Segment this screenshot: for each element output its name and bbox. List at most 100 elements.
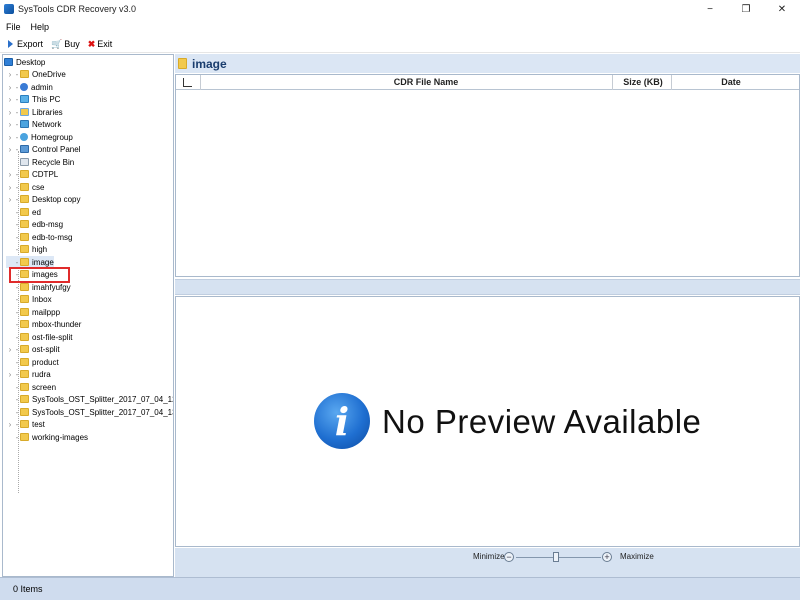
expand-icon[interactable]: › <box>6 345 14 354</box>
tree-item[interactable]: › - Network <box>6 118 62 130</box>
expand-icon[interactable]: › <box>6 420 14 429</box>
tree-item[interactable]: - edb-to-msg <box>6 231 73 243</box>
file-list-header: CDR File Name Size (KB) Date <box>176 75 799 90</box>
folder-icon <box>20 308 29 317</box>
tree-item-label: test <box>32 419 45 429</box>
tree-item-label: cse <box>32 182 45 192</box>
tree-item[interactable]: › - Libraries <box>6 106 63 118</box>
folder-icon <box>20 258 29 267</box>
tree-item-label: Inbox <box>32 294 52 304</box>
buy-label: Buy <box>64 39 80 49</box>
pane-splitter[interactable] <box>175 279 800 295</box>
expand-icon[interactable]: › <box>6 195 14 204</box>
tree-item-label: image <box>32 257 54 267</box>
tree-item[interactable]: - mbox-thunder <box>6 318 82 330</box>
tree-item-label: CDTPL <box>32 169 59 179</box>
tree-item[interactable]: Desktop <box>4 56 45 68</box>
tree-item[interactable]: › - OneDrive <box>6 68 66 80</box>
expand-icon[interactable]: › <box>6 83 14 92</box>
expand-icon[interactable]: › <box>6 183 14 192</box>
tree-item[interactable]: › - admin <box>6 81 53 93</box>
close-button[interactable]: ✕ <box>764 0 800 18</box>
tree-item[interactable]: - ost-file-split <box>6 331 73 343</box>
tree-item[interactable]: - Inbox <box>6 293 52 305</box>
tree-item-label: Recycle Bin <box>32 157 75 167</box>
expand-icon[interactable]: › <box>6 70 14 79</box>
preview-pane: i No Preview Available <box>175 296 800 547</box>
maximize-button[interactable]: ❐ <box>728 0 764 18</box>
tree-item[interactable]: › - Desktop copy <box>6 193 81 205</box>
select-all-checkbox[interactable] <box>183 78 192 87</box>
column-header-date[interactable]: Date <box>716 77 746 87</box>
expand-icon[interactable]: › <box>6 108 14 117</box>
tree-item[interactable]: - working-images <box>6 431 88 443</box>
status-bar: 0 Items <box>0 577 800 600</box>
tree-item[interactable]: › - rudra <box>6 368 51 380</box>
column-divider[interactable] <box>612 75 613 90</box>
homegroup-icon <box>20 133 28 142</box>
zoom-minimize-label: Minimize <box>473 552 505 561</box>
tree-item[interactable]: › - Homegroup <box>6 131 73 143</box>
tree-item[interactable]: - edb-msg <box>6 218 63 230</box>
tree-item-label: ost-file-split <box>32 332 73 342</box>
folder-icon <box>20 183 29 192</box>
folder-tree[interactable]: Desktop › - OneDrive › - admin › - This PC … <box>2 54 174 577</box>
tree-item-label: Libraries <box>32 107 63 117</box>
folder-icon <box>20 370 29 379</box>
column-header-size[interactable]: Size (KB) <box>621 77 665 87</box>
buy-button[interactable]: 🛒 Buy <box>51 39 80 49</box>
expand-icon[interactable]: › <box>6 170 14 179</box>
file-list[interactable]: CDR File Name Size (KB) Date <box>175 74 800 277</box>
tree-item-label: ost-split <box>32 344 60 354</box>
tree-item-label: screen <box>32 382 57 392</box>
tree-item[interactable]: - screen <box>6 381 56 393</box>
folder-icon <box>20 195 29 204</box>
expand-icon[interactable]: › <box>6 145 14 154</box>
column-divider[interactable] <box>200 75 201 90</box>
folder-icon <box>20 420 29 429</box>
menu-file[interactable]: File <box>6 22 21 32</box>
column-header-name[interactable]: CDR File Name <box>376 77 476 87</box>
minimize-button[interactable]: − <box>692 0 728 18</box>
tree-item[interactable]: › - ost-split <box>6 343 60 355</box>
zoom-out-icon[interactable]: − <box>504 552 514 562</box>
tree-item[interactable]: - SysTools_OST_Splitter_2017_07_04_13_01… <box>6 406 173 418</box>
column-divider[interactable] <box>671 75 672 90</box>
expand-icon[interactable]: › <box>6 95 14 104</box>
zoom-bar: Minimize − + Maximize <box>175 548 800 577</box>
tree-item[interactable]: - mailppp <box>6 306 60 318</box>
export-icon <box>8 40 13 48</box>
export-button[interactable]: Export <box>4 39 43 49</box>
exit-button[interactable]: ✖ Exit <box>88 39 113 49</box>
tree-item[interactable]: › - CDTPL <box>6 168 59 180</box>
menu-help[interactable]: Help <box>31 22 50 32</box>
tree-item[interactable]: - high <box>6 243 47 255</box>
zoom-slider-thumb[interactable] <box>553 552 559 562</box>
title-bar: SysTools CDR Recovery v3.0 − ❐ ✕ <box>0 0 800 18</box>
expand-icon[interactable]: › <box>6 120 14 129</box>
network-icon <box>20 120 29 129</box>
expand-icon[interactable]: › <box>6 133 14 142</box>
zoom-in-icon[interactable]: + <box>602 552 612 562</box>
folder-icon <box>178 58 187 69</box>
cart-icon: 🛒 <box>51 38 63 49</box>
tree-item[interactable]: Recycle Bin <box>6 156 74 168</box>
tree-item[interactable]: › - Control Panel <box>6 143 81 155</box>
folder-title: image <box>192 56 227 71</box>
tree-item-label: ed <box>32 207 41 217</box>
tree-item-label: SysTools_OST_Splitter_2017_07_04_13_01_1… <box>32 407 173 417</box>
user-icon <box>20 83 28 92</box>
tree-item-label: This PC <box>32 94 61 104</box>
tree-item[interactable]: - product <box>6 356 59 368</box>
tree-item[interactable]: - SysTools_OST_Splitter_2017_07_04_12_12… <box>6 393 173 405</box>
zoom-maximize-label: Maximize <box>620 552 654 561</box>
folder-icon <box>20 395 29 404</box>
tree-item[interactable]: - ed <box>6 206 41 218</box>
window-title: SysTools CDR Recovery v3.0 <box>18 4 137 14</box>
tree-item[interactable]: › - test <box>6 418 45 430</box>
expand-icon[interactable]: › <box>6 370 14 379</box>
tree-item-label: Network <box>32 119 62 129</box>
tree-item[interactable]: › - cse <box>6 181 45 193</box>
tree-item[interactable]: › - This PC <box>6 93 61 105</box>
pc-icon <box>20 95 29 104</box>
